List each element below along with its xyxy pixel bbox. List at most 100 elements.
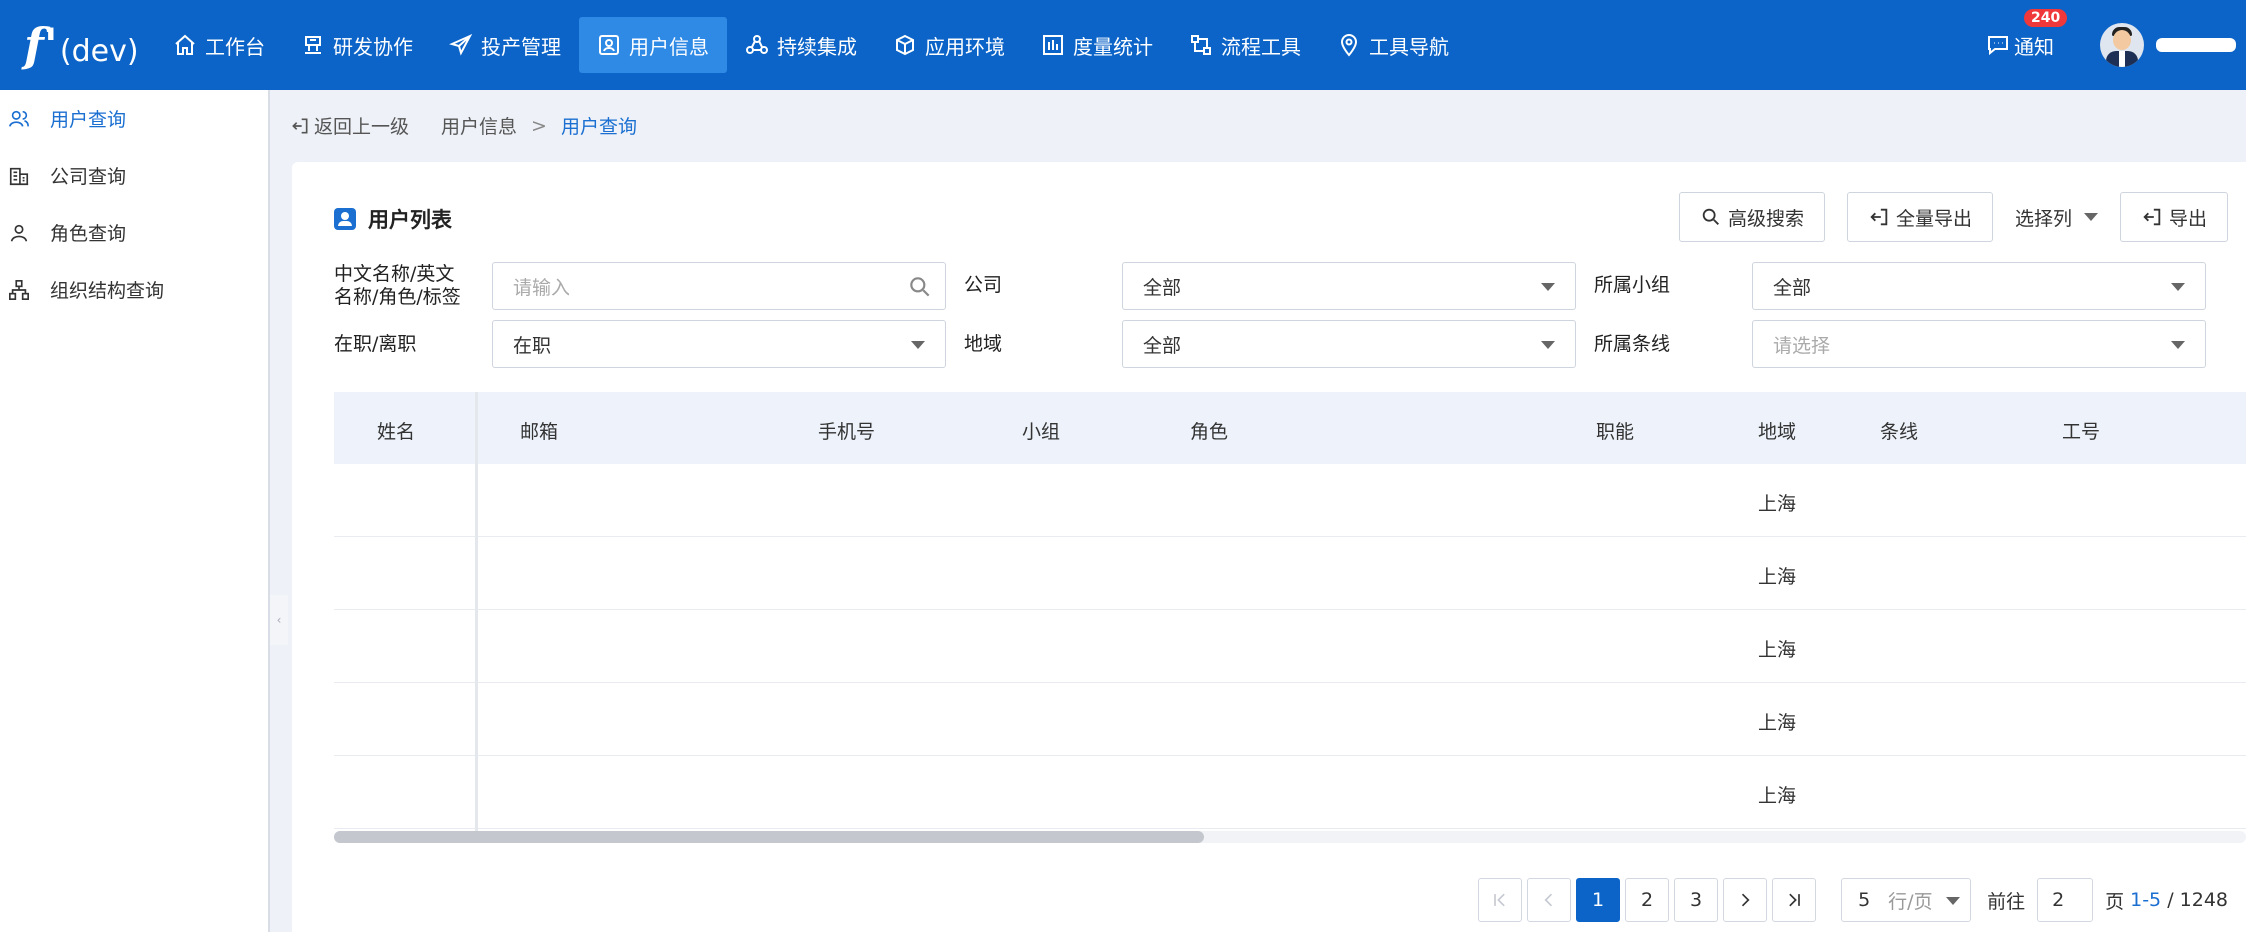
page-size-unit: 行/页	[1888, 890, 1933, 913]
goto-page-unit: 页	[2105, 890, 2125, 913]
table-row[interactable]: 上海	[334, 464, 2246, 537]
company-filter-label: 公司	[964, 274, 1003, 296]
breadcrumb: 返回上一级 用户信息 > 用户查询	[290, 112, 637, 139]
fixed-column-divider	[334, 392, 478, 832]
horizontal-scrollbar[interactable]	[334, 831, 2246, 843]
advanced-search-button[interactable]: 高级搜索	[1678, 192, 1825, 242]
location-icon	[1340, 34, 1358, 57]
back-icon	[292, 118, 308, 133]
select-columns-dropdown[interactable]: 选择列	[2015, 204, 2098, 231]
person-icon	[10, 224, 28, 242]
sidebar: 用户查询 公司查询 角色查询 组织结构查询	[0, 90, 270, 932]
nav-item-label: 工作台	[205, 34, 265, 59]
page-size-select[interactable]: 5 行/页	[1841, 878, 1972, 922]
flow-icon	[1191, 35, 1211, 55]
logo-mark: f'	[24, 17, 58, 72]
table-row[interactable]: 上海	[334, 537, 2246, 610]
page-button-3[interactable]: 3	[1674, 878, 1719, 922]
back-link[interactable]: 返回上一级	[290, 112, 409, 139]
column-header-email[interactable]: 邮箱	[520, 417, 558, 444]
breadcrumb-separator: >	[531, 114, 547, 137]
header-right: 通知 240	[1986, 0, 2246, 90]
group-filter-label: 所属小组	[1594, 274, 1671, 296]
column-header-employee-id[interactable]: 工号	[2062, 417, 2100, 444]
next-page-button[interactable]	[1723, 878, 1768, 922]
first-page-button[interactable]	[1478, 878, 1523, 922]
column-header-line[interactable]: 条线	[1880, 417, 1918, 444]
status-select-value: 在职	[513, 334, 552, 357]
column-header-phone[interactable]: 手机号	[818, 417, 875, 444]
cell-region: 上海	[1758, 566, 1797, 588]
avatar[interactable]	[2100, 23, 2144, 67]
region-select[interactable]: 全部	[1122, 320, 1576, 368]
sidebar-item-role-query[interactable]: 角色查询	[0, 204, 268, 261]
message-icon	[1988, 36, 2008, 56]
table-row[interactable]: 上海	[334, 683, 2246, 756]
total-separator: /	[2161, 889, 2180, 911]
app-logo[interactable]: f' (dev)	[0, 22, 155, 69]
sidebar-item-user-query[interactable]: 用户查询	[0, 90, 268, 147]
chevron-down-icon	[1946, 897, 1961, 905]
nav-item-user-info[interactable]: 用户信息	[579, 17, 727, 73]
group-select[interactable]: 全部	[1752, 262, 2206, 310]
first-page-icon	[1494, 893, 1505, 907]
nav-item-label: 研发协作	[333, 34, 413, 59]
card-title-text: 用户列表	[368, 208, 452, 232]
chevron-down-icon	[2171, 283, 2185, 291]
table-row[interactable]: 上海	[334, 610, 2246, 683]
org-tree-icon	[9, 279, 29, 300]
company-select[interactable]: 全部	[1122, 262, 1576, 310]
name-search-input[interactable]: 请输入	[492, 262, 946, 310]
nav-item-collab[interactable]: 研发协作	[283, 17, 431, 73]
building-icon	[9, 167, 29, 185]
nav-item-label: 工具导航	[1369, 34, 1449, 59]
search-icon[interactable]	[907, 274, 933, 300]
scrollbar-thumb[interactable]	[334, 831, 1204, 843]
main-nav: 工作台 研发协作 投产管理 用户信息 持续集成 应用环境 度量统计 流程工具 工…	[155, 0, 1467, 90]
nav-item-flow[interactable]: 流程工具	[1171, 17, 1319, 73]
cell-region: 上海	[1758, 785, 1797, 807]
nav-item-env[interactable]: 应用环境	[875, 17, 1023, 73]
page-button-2[interactable]: 2	[1625, 878, 1670, 922]
page-button-1[interactable]: 1	[1576, 878, 1621, 922]
nav-item-tool-nav[interactable]: 工具导航	[1319, 17, 1467, 73]
nav-item-label: 用户信息	[629, 34, 709, 59]
collab-icon	[305, 36, 321, 54]
user-card-icon	[599, 35, 619, 55]
sidebar-item-org-query[interactable]: 组织结构查询	[0, 261, 268, 318]
nav-item-metrics[interactable]: 度量统计	[1023, 17, 1171, 73]
export-all-button[interactable]: 全量导出	[1846, 192, 1993, 242]
notification-label: 通知	[2014, 34, 2054, 59]
last-page-button[interactable]	[1772, 878, 1817, 922]
table-row[interactable]: 上海	[334, 756, 2246, 829]
nav-item-workbench[interactable]: 工作台	[155, 17, 283, 73]
column-header-region[interactable]: 地域	[1758, 417, 1796, 444]
home-icon	[175, 34, 195, 55]
sidebar-item-company-query[interactable]: 公司查询	[0, 147, 268, 204]
column-header-role[interactable]: 角色	[1190, 417, 1228, 444]
export-all-label: 全量导出	[1895, 207, 1972, 230]
line-select[interactable]: 请选择	[1752, 320, 2206, 368]
send-icon	[449, 33, 473, 56]
logo-env: (dev)	[59, 33, 139, 69]
nav-item-deploy[interactable]: 投产管理	[431, 17, 579, 73]
nav-item-ci[interactable]: 持续集成	[727, 17, 875, 73]
select-columns-label: 选择列	[2014, 207, 2072, 230]
name-filter-label-line2: 名称/角色/标签	[334, 286, 461, 308]
username-redacted[interactable]	[2156, 38, 2236, 52]
user-table: 姓名 邮箱 手机号 小组 角色 职能 地域 条线 工号 上海 上海 上海 上海 …	[334, 392, 2246, 832]
breadcrumb-parent[interactable]: 用户信息	[441, 112, 517, 139]
pagination: 1 2 3 5 行/页 前往 2 页 1-5 / 1248	[1478, 878, 2228, 922]
column-header-group[interactable]: 小组	[1022, 417, 1060, 444]
notification-button[interactable]: 通知 240	[1986, 8, 2068, 60]
sidebar-collapse-handle[interactable]: ‹	[270, 595, 288, 645]
notification-count-badge: 240	[2024, 8, 2068, 27]
goto-page-input[interactable]: 2	[2037, 878, 2094, 922]
name-search-placeholder: 请输入	[513, 276, 571, 299]
last-page-icon	[1789, 893, 1800, 907]
export-button[interactable]: 导出	[2119, 192, 2228, 242]
name-filter-label-line1: 中文名称/英文	[334, 263, 455, 285]
status-select[interactable]: 在职	[492, 320, 946, 368]
column-header-function[interactable]: 职能	[1596, 417, 1634, 444]
prev-page-button[interactable]	[1527, 878, 1572, 922]
